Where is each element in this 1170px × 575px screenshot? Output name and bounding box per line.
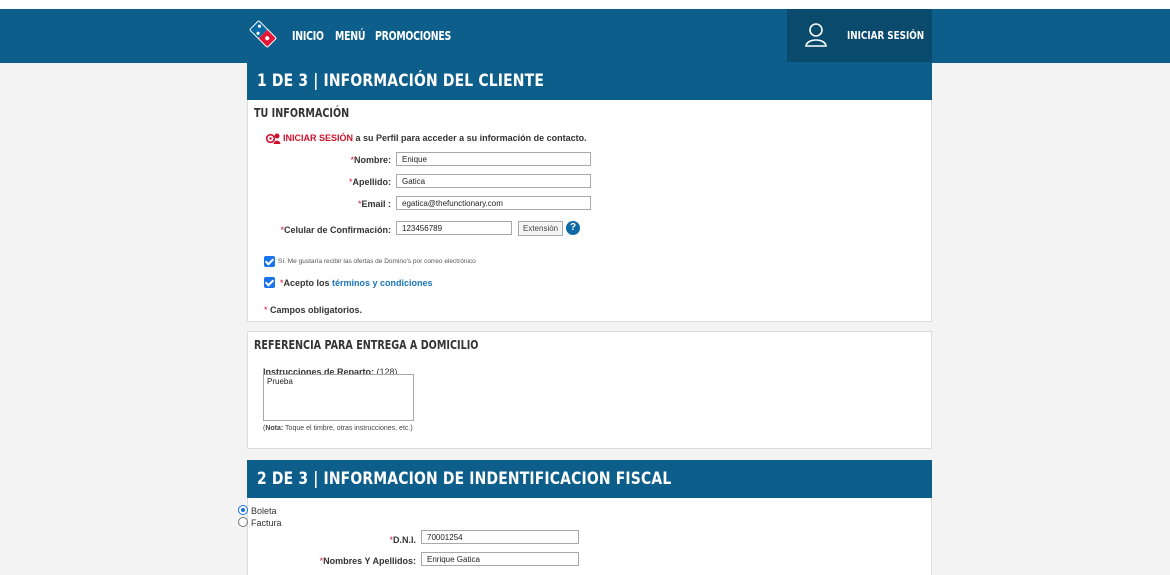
login-prompt-icon (266, 133, 281, 144)
login-label: INICIAR SESIÓN (847, 29, 925, 42)
user-icon (805, 23, 827, 47)
main-nav: INICIO MENÚ PROMOCIONES (292, 9, 463, 63)
nombre-input[interactable]: Enique (396, 152, 591, 166)
terms-link[interactable]: términos y condiciones (332, 278, 433, 288)
offers-text: Sí. Me gustaría recibir las ofertas de D… (278, 258, 476, 265)
login-button[interactable]: INICIAR SESIÓN (787, 9, 932, 63)
nav-promociones[interactable]: PROMOCIONES (375, 29, 451, 43)
section-1-header: 1 DE 3 | INFORMACIÓN DEL CLIENTE (247, 62, 932, 100)
delivery-title: REFERENCIA PARA ENTREGA A DOMICILIO (254, 338, 479, 352)
login-prompt-link[interactable]: INICIAR SESIÓN (283, 133, 353, 143)
terms-text: *Acepto los términos y condiciones (280, 278, 433, 288)
required-note: * Campos obligatorios. (264, 305, 363, 315)
nav-menu[interactable]: MENÚ (335, 29, 365, 43)
names-input[interactable]: Enrique Gatica (421, 552, 579, 566)
login-prompt: INICIAR SESIÓN a su Perfil para acceder … (283, 133, 587, 143)
terms-checkbox[interactable] (264, 277, 275, 288)
dni-input[interactable]: 70001254 (421, 530, 579, 544)
help-icon[interactable]: ? (566, 221, 580, 235)
apellido-input[interactable]: Gatica (396, 174, 591, 188)
section-2-header: 2 DE 3 | INFORMACION DE INDENTIFICACION … (247, 460, 932, 498)
email-input[interactable]: egatica@thefunctionary.com (396, 196, 591, 210)
login-prompt-text: a su Perfil para acceder a su informació… (353, 133, 587, 143)
section-1-title: 1 DE 3 | INFORMACIÓN DEL CLIENTE (257, 71, 545, 91)
email-label: *Email : (357, 199, 391, 209)
nav-inicio[interactable]: INICIO (292, 29, 324, 43)
boleta-label: Boleta (251, 506, 277, 516)
celular-label: *Celular de Confirmación: (280, 225, 391, 235)
section-2-title: 2 DE 3 | INFORMACION DE INDENTIFICACION … (257, 469, 672, 489)
boleta-radio[interactable] (238, 505, 248, 515)
factura-label: Factura (251, 518, 282, 528)
dominos-logo-icon[interactable] (245, 16, 281, 52)
top-navigation-bar (0, 9, 1170, 63)
celular-input[interactable]: 123456789 (396, 221, 512, 235)
your-info-subtitle: TU INFORMACIÓN (254, 106, 350, 120)
offers-checkbox[interactable] (264, 256, 275, 267)
delivery-note: (Nota: Toque el timbre, otras instruccio… (263, 425, 413, 432)
dni-label: *D.N.I. (389, 535, 416, 545)
instructions-textarea[interactable]: Prueba (263, 374, 414, 421)
extension-button[interactable]: Extensión (518, 221, 564, 236)
nombre-label: *Nombre: (350, 155, 391, 165)
apellido-label: *Apellido: (348, 177, 391, 187)
factura-radio[interactable] (238, 517, 248, 527)
names-label: *Nombres Y Apellidos: (319, 556, 416, 566)
